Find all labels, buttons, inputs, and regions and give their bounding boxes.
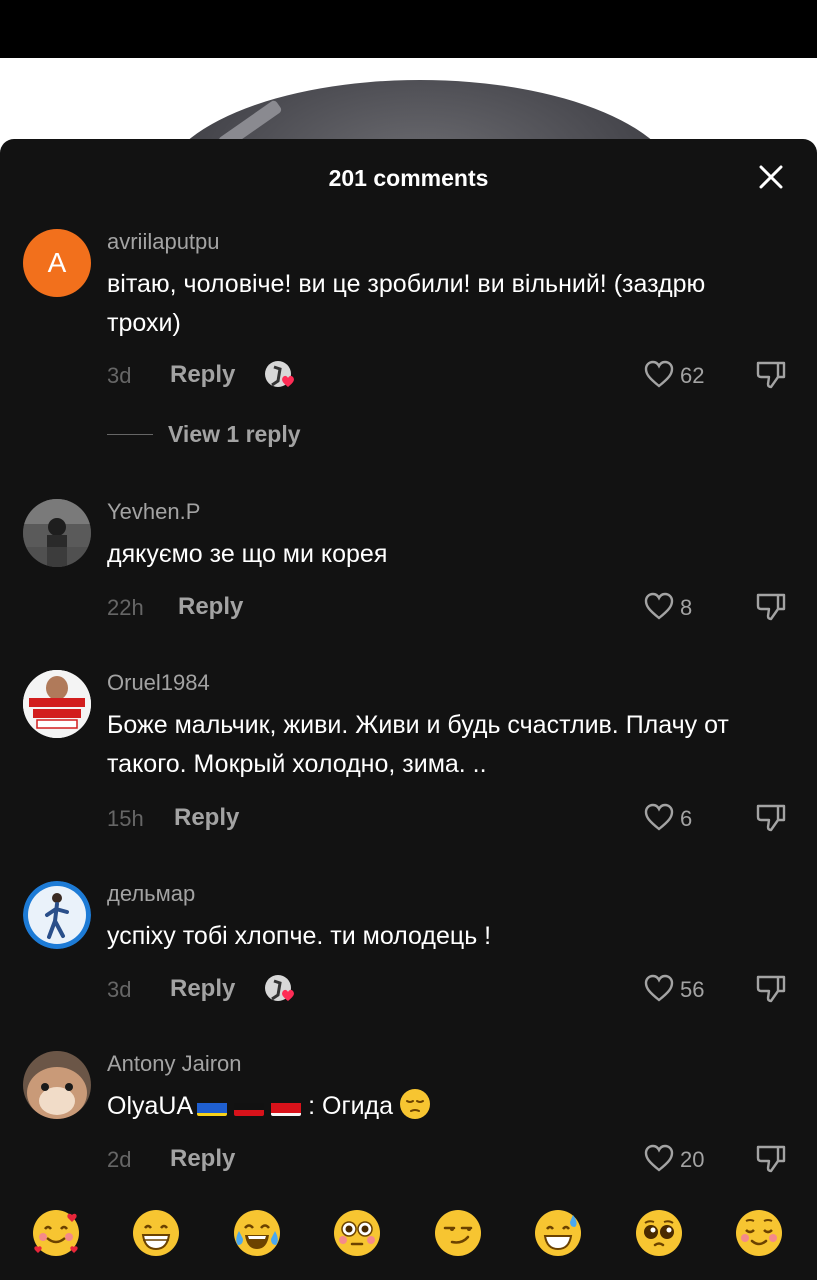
comment-text-suffix: : Огида (308, 1092, 394, 1120)
dislike-button[interactable] (755, 359, 787, 391)
heart-outline-icon (644, 592, 674, 620)
avatar[interactable] (23, 499, 91, 567)
view-replies-button[interactable]: View 1 reply (107, 419, 407, 449)
comments-sheet: 201 comments A avriilaputpu вітаю, чолов… (0, 139, 817, 1280)
comment-meta: 3d Reply 62 (107, 359, 807, 389)
comments-count-title: 201 comments (328, 165, 489, 191)
indonesia-flag-icon (271, 1096, 302, 1116)
comment-meta: 22h Reply 8 (107, 591, 807, 621)
comment-meta: 3d Reply 56 (107, 973, 807, 1003)
dislike-button[interactable] (755, 802, 787, 834)
comment-time: 2d (107, 1147, 132, 1172)
flushed-face-icon[interactable] (331, 1207, 383, 1259)
comment-text: Боже мальчик, живи. Живи и будь счастлив… (107, 711, 729, 778)
emoji-quick-bar (0, 1195, 817, 1273)
like-count: 20 (680, 1147, 705, 1172)
comment-meta: 15h Reply 6 (107, 802, 807, 832)
pleading-face-icon[interactable] (633, 1207, 685, 1259)
face-with-tears-of-joy-icon[interactable] (231, 1207, 283, 1259)
creator-liked-badge (264, 973, 300, 1005)
mentioned-user[interactable]: OlyaUA (107, 1092, 193, 1120)
grinning-face-with-sweat-icon[interactable] (532, 1207, 584, 1259)
reply-button[interactable]: Reply (170, 1145, 235, 1173)
ukraine-flag-icon (197, 1096, 228, 1116)
thumbs-down-icon (756, 361, 786, 389)
dislike-button[interactable] (755, 591, 787, 623)
grinning-face-icon[interactable] (130, 1207, 182, 1259)
like-count: 56 (680, 977, 705, 1002)
reply-button[interactable]: Reply (170, 975, 235, 1003)
like-count: 62 (680, 363, 705, 388)
comment-username[interactable]: Oruel1984 (107, 670, 210, 696)
thumbs-down-icon (756, 593, 786, 621)
comment-time: 22h (107, 595, 144, 620)
smiling-face-with-hearts-icon[interactable] (30, 1207, 82, 1259)
comment-time: 15h (107, 806, 144, 831)
comment-time: 3d (107, 363, 132, 388)
thumbs-down-icon (756, 1145, 786, 1173)
avatar[interactable]: A (23, 229, 91, 297)
comment-time: 3d (107, 977, 132, 1002)
comment-text: вітаю, чоловіче! ви це зробили! ви вільн… (107, 270, 706, 337)
germany-flag-icon (234, 1096, 265, 1116)
comment-text: дякуємо зе що ми корея (107, 540, 388, 568)
creator-liked-badge (264, 359, 300, 391)
avatar[interactable] (23, 670, 91, 738)
comment-username[interactable]: Antony Jairon (107, 1051, 242, 1077)
comment-username[interactable]: avriilaputpu (107, 229, 220, 255)
dislike-button[interactable] (755, 1143, 787, 1175)
reply-button[interactable]: Reply (178, 593, 243, 621)
view-replies-label: View 1 reply (168, 421, 301, 447)
close-button[interactable] (757, 163, 785, 191)
reply-button[interactable]: Reply (174, 804, 239, 832)
thumbs-down-icon (756, 804, 786, 832)
dislike-button[interactable] (755, 973, 787, 1005)
comment-text: успіху тобі хлопче. ти молодець ! (107, 922, 492, 950)
avatar[interactable] (23, 881, 91, 949)
heart-outline-icon (644, 974, 674, 1002)
comment-meta: 2d Reply 20 (107, 1143, 807, 1173)
like-count: 8 (680, 595, 693, 620)
heart-outline-icon (644, 1144, 674, 1172)
avatar[interactable] (23, 1051, 91, 1119)
smirking-face-icon[interactable] (432, 1207, 484, 1259)
divider (107, 434, 153, 435)
comment-username[interactable]: Yevhen.P (107, 499, 200, 525)
heart-outline-icon (644, 803, 674, 831)
heart-outline-icon (644, 360, 674, 388)
close-icon (759, 165, 783, 189)
comment-text: OlyaUA : Огида (107, 1087, 757, 1126)
reply-button[interactable]: Reply (170, 361, 235, 389)
comment-username[interactable]: дельмар (107, 881, 195, 907)
relieved-face-icon[interactable] (733, 1207, 785, 1259)
pensive-face-icon (399, 1088, 431, 1120)
like-count: 6 (680, 806, 693, 831)
thumbs-down-icon (756, 975, 786, 1003)
sheet-header: 201 comments (0, 139, 817, 219)
